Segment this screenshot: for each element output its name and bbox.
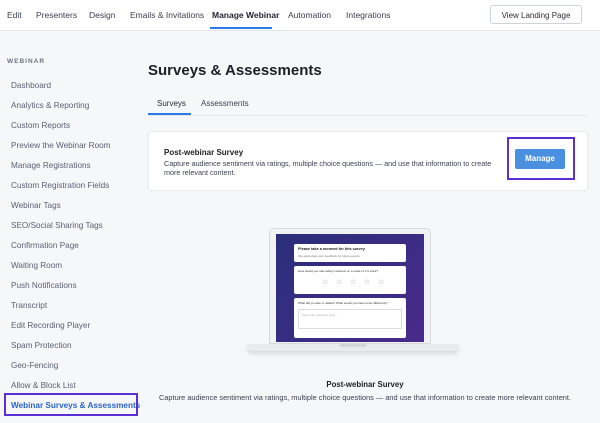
card-description: Capture audience sentiment via ratings, … [164,159,492,177]
star-icon[interactable]: ☆ [364,278,370,286]
tab-manage-webinar[interactable]: Manage Webinar [212,10,279,20]
survey-heading: Please take a moment for this survey [298,247,365,251]
tab-design[interactable]: Design [89,10,115,20]
tab-assessments[interactable]: Assessments [201,99,249,108]
active-tab-underline [210,27,272,29]
survey-header-card: Please take a moment for this survey We … [294,244,406,262]
tab-edit[interactable]: Edit [7,10,22,20]
star-icon[interactable]: ☆ [378,278,384,286]
sidebar-item-preview-webinar-room[interactable]: Preview the Webinar Room [11,141,111,150]
tab-automation[interactable]: Automation [288,10,331,20]
card-title: Post-webinar Survey [164,148,244,157]
star-icon[interactable]: ☆ [322,278,328,286]
sidebar-item-spam-protection[interactable]: Spam Protection [11,341,72,350]
sidebar-item-transcript[interactable]: Transcript [11,301,47,310]
view-landing-page-button[interactable]: View Landing Page [490,5,582,24]
sidebar-item-custom-registration-fields[interactable]: Custom Registration Fields [11,181,109,190]
sidebar-item-push-notifications[interactable]: Push Notifications [11,281,77,290]
feedback-textarea[interactable]: Type your response here... [298,309,402,329]
laptop-illustration: Please take a moment for this survey We … [247,228,459,360]
sidebar-item-manage-registrations[interactable]: Manage Registrations [11,161,91,170]
survey-subheading: We appreciate your feedback for future e… [298,254,361,258]
subtab-active-underline [148,113,191,115]
tab-presenters[interactable]: Presenters [36,10,77,20]
sidebar-item-analytics-reporting[interactable]: Analytics & Reporting [11,101,89,110]
rating-question-card: How would you rate today's webinar on a … [294,266,406,294]
feedback-question: What did you like or dislike? What would… [298,301,388,305]
subtab-divider [148,115,588,116]
sidebar-item-geo-fencing[interactable]: Geo-Fencing [11,361,58,370]
sidebar-item-seo-social-sharing-tags[interactable]: SEO/Social Sharing Tags [11,221,103,230]
tab-surveys[interactable]: Surveys [157,99,186,108]
sidebar-item-edit-recording-player[interactable]: Edit Recording Player [11,321,90,330]
illustration-caption-description: Capture audience sentiment via ratings, … [158,393,572,402]
sidebar-item-waiting-room[interactable]: Waiting Room [11,261,62,270]
rating-question: How would you rate today's webinar on a … [298,269,378,273]
star-icon[interactable]: ☆ [336,278,342,286]
star-icon[interactable]: ☆ [350,278,356,286]
page-title: Surveys & Assessments [148,62,322,79]
sidebar-item-custom-reports[interactable]: Custom Reports [11,121,70,130]
sidebar-section-label: WEBINAR [7,58,46,65]
top-navigation: Edit Presenters Design Emails & Invitati… [0,0,600,31]
laptop-notch [339,344,367,347]
sidebar-item-webinar-tags[interactable]: Webinar Tags [11,201,61,210]
sidebar-item-dashboard[interactable]: Dashboard [11,81,51,90]
feedback-placeholder: Type your response here... [302,313,338,317]
tab-emails-invitations[interactable]: Emails & Invitations [130,10,204,20]
illustration-caption-title: Post-webinar Survey [326,380,404,389]
feedback-question-card: What did you like or dislike? What would… [294,298,406,338]
tab-integrations[interactable]: Integrations [346,10,390,20]
sidebar-item-confirmation-page[interactable]: Confirmation Page [11,241,79,250]
manage-button-highlight [507,137,575,180]
laptop-screen: Please take a moment for this survey We … [276,234,424,342]
